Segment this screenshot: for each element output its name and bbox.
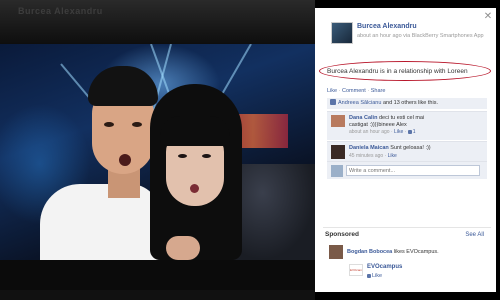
comment-meta: about an hour ago · Like · 1: [349, 129, 416, 135]
thumbs-up-icon: [407, 130, 412, 134]
ad-like-label[interactable]: Like: [372, 273, 382, 279]
close-icon[interactable]: ✕: [483, 12, 493, 22]
post-text: Burcea Alexandru is in a relationship wi…: [327, 68, 468, 75]
woman-hand: [166, 236, 200, 260]
man-shirt: [40, 184, 160, 260]
likes-summary: Andreea Sălcianu and 13 others like this…: [327, 98, 487, 109]
comment-like-link[interactable]: Like: [394, 129, 403, 135]
author-avatar[interactable]: [331, 22, 353, 44]
likers-rest[interactable]: and 13 others like this.: [381, 100, 438, 106]
ad-page-name[interactable]: EVOcampus: [367, 263, 402, 271]
evocampus-logo[interactable]: EVOcampus: [349, 264, 363, 276]
man-mouth: [119, 154, 131, 166]
ad-action-text: likes EVOcampus.: [392, 249, 439, 255]
separator: ·: [338, 88, 341, 94]
share-link[interactable]: Share: [371, 88, 386, 94]
sponsored-social-row: Bogdan Bobocea likes EVOcampus.: [329, 245, 489, 261]
man-eye: [132, 122, 142, 127]
ad-like-button[interactable]: Like: [367, 272, 382, 280]
viewer-avatar: [331, 165, 343, 177]
woman-eye: [202, 154, 211, 158]
woman-mouth: [190, 184, 199, 193]
comment-text: Sunt geloasa! :)): [390, 145, 431, 151]
woman-bangs: [160, 116, 230, 146]
comment-composer: [327, 161, 487, 179]
comment-meta-row: about an hour ago · Like · 1: [327, 127, 487, 140]
comment-meta: 45 minutes ago · Like: [349, 153, 397, 159]
photo[interactable]: [0, 44, 315, 260]
ad-user-name[interactable]: Bogdan Bobocea: [347, 249, 392, 255]
author-name[interactable]: Burcea Alexandru: [357, 22, 417, 31]
woman-eye: [178, 154, 187, 158]
man-eye: [104, 122, 114, 127]
see-all-link[interactable]: See All: [465, 231, 484, 239]
thumbs-up-icon: [330, 99, 336, 105]
likers-names[interactable]: Andreea Sălcianu: [338, 100, 381, 106]
comment-like-link[interactable]: Like: [388, 153, 397, 159]
divider: [323, 227, 491, 228]
separator: ·: [367, 88, 370, 94]
viewer-title: Burcea Alexandru: [18, 6, 103, 16]
comment-link[interactable]: Comment: [342, 88, 366, 94]
comment-time: 45 minutes ago: [349, 153, 384, 159]
ad-user-avatar[interactable]: [329, 245, 343, 259]
post-meta: about an hour ago via BlackBerry Smartph…: [357, 33, 484, 39]
viewer-footer: [0, 290, 315, 300]
comment-input[interactable]: [346, 165, 480, 176]
photo-viewer: Burcea Alexandru: [0, 0, 315, 300]
post-panel: ✕ Burcea Alexandru about an hour ago via…: [315, 8, 496, 292]
comment-item: Daniela Maican Sunt geloasa! :)) 45 minu…: [327, 141, 487, 163]
comment-like-count[interactable]: 1: [413, 129, 416, 135]
comment-author: Daniela Maican Sunt geloasa! :)): [349, 144, 431, 152]
sponsored-title: Sponsored: [325, 231, 359, 238]
viewer-header: Burcea Alexandru: [0, 0, 315, 44]
comment-time: about an hour ago: [349, 129, 390, 135]
man-hair: [88, 66, 158, 106]
thumbs-up-icon: [367, 274, 371, 278]
post-actions: Like · Comment · Share: [327, 87, 385, 95]
sponsored-page-row: EVOcampus EVOcampus Like: [349, 260, 489, 282]
like-link[interactable]: Like: [327, 88, 337, 94]
ad-social-text: Bogdan Bobocea likes EVOcampus.: [347, 248, 439, 256]
commenter-avatar[interactable]: [331, 145, 345, 159]
comment-author-name[interactable]: Daniela Maican: [349, 145, 389, 151]
